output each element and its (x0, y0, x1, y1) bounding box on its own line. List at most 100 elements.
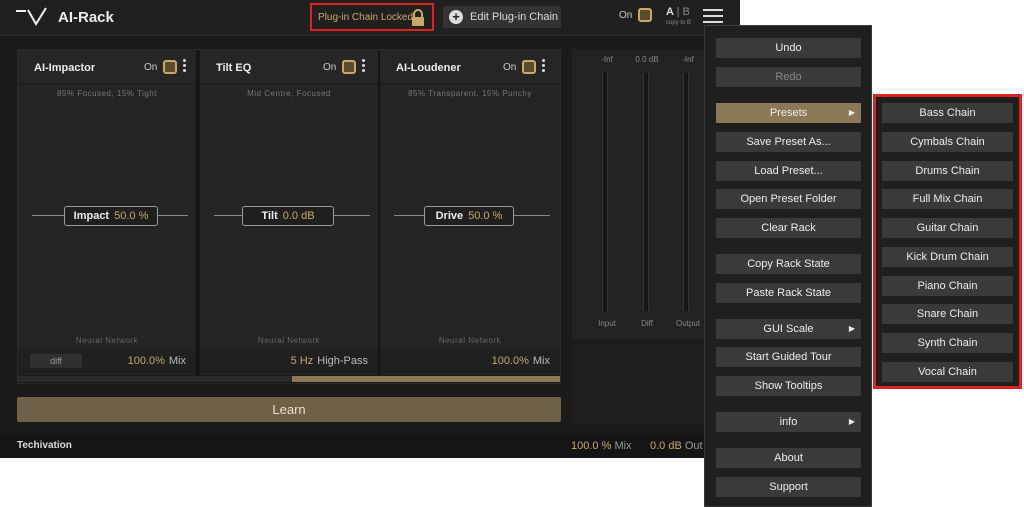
module-name: AI-Impactor (34, 62, 96, 74)
module-on-toggle[interactable] (522, 60, 536, 74)
diff-meter-readout: 0.0 dB (635, 55, 659, 64)
hamburger-menu-icon[interactable] (703, 9, 723, 25)
learn-button[interactable]: Learn (17, 397, 561, 422)
module-name: AI-Loudener (396, 62, 461, 74)
vertical-dots-icon[interactable] (362, 59, 366, 73)
high-pass-control[interactable]: 5 Hz High-Pass (291, 355, 368, 367)
param-value: 50.0 % (468, 210, 503, 222)
menu-item-load-preset[interactable]: Load Preset... (716, 161, 861, 181)
module-header: AI-Impactor On (18, 50, 196, 84)
module-ai-loudener: AI-Loudener On 85% Transparent, 15% Punc… (380, 50, 560, 375)
vertical-dots-icon[interactable] (542, 59, 546, 73)
module-on-label: On (144, 62, 158, 73)
menu-item-info[interactable]: info ▶ (716, 412, 861, 432)
param-name: Drive (435, 210, 464, 222)
menu-item-info-label: info (779, 416, 798, 428)
menu-item-presets[interactable]: Presets ▶ (716, 103, 861, 123)
menu-item-copy-rack-state[interactable]: Copy Rack State (716, 254, 861, 274)
module-subtitle: 85% Focused, 15% Tight (57, 89, 157, 98)
param-value: 0.0 dB (282, 210, 315, 222)
mix-control[interactable]: 100.0% Mix (128, 355, 186, 367)
preset-bass-chain[interactable]: Bass Chain (882, 103, 1013, 123)
global-mix-control[interactable]: 100.0 % Mix (571, 440, 632, 452)
input-meter-bar (602, 73, 608, 311)
module-footer: Neural Network (75, 336, 139, 345)
global-out-label: Out (684, 440, 703, 452)
module-bottom-bar: 5 Hz High-Pass (200, 350, 378, 374)
menu-item-show-tooltips[interactable]: Show Tooltips (716, 376, 861, 396)
module-on-toggle[interactable] (163, 60, 177, 74)
lock-label: Plug-in Chain Locked (318, 11, 414, 23)
param-value: 50.0 % (114, 210, 149, 222)
ab-b-label: B (682, 6, 690, 18)
menu-item-presets-label: Presets (769, 107, 808, 119)
edit-plugin-chain-button[interactable]: + Edit Plug-in Chain (443, 6, 561, 28)
global-out-value: 0.0 dB (650, 440, 682, 452)
menu-item-gui-scale[interactable]: GUI Scale ▶ (716, 319, 861, 339)
copy-to-b-button[interactable]: copy to B (666, 20, 691, 26)
diff-meter-label: Diff (641, 319, 653, 328)
diff-meter-bar (643, 73, 649, 311)
level-meters: -Inf 0.0 dB -Inf Input Diff Output (572, 49, 712, 339)
ab-a-label: A (666, 6, 674, 18)
module-header: AI-Loudener On (380, 50, 560, 84)
preset-piano-chain[interactable]: Piano Chain (882, 276, 1013, 296)
app-title: AI-Rack (58, 9, 114, 26)
tilt-param-control[interactable]: Tilt 0.0 dB (242, 206, 334, 226)
menu-item-undo[interactable]: Undo (716, 38, 861, 58)
impact-param-control[interactable]: Impact 50.0 % (64, 206, 158, 226)
diff-button[interactable]: diff (30, 354, 82, 368)
module-name: Tilt EQ (216, 62, 252, 74)
triangle-right-icon: ▶ (848, 324, 855, 333)
preset-drums-chain[interactable]: Drums Chain (882, 161, 1013, 181)
module-on-label: On (503, 62, 517, 73)
param-name: Impact (73, 210, 110, 222)
meters-lower-panel (572, 345, 712, 423)
menu-item-paste-rack-state[interactable]: Paste Rack State (716, 283, 861, 303)
triangle-right-icon: ▶ (848, 108, 855, 117)
param-name: Tilt (261, 210, 278, 222)
rack-scrollbar-thumb[interactable] (292, 376, 560, 382)
preset-guitar-chain[interactable]: Guitar Chain (882, 218, 1013, 238)
module-header: Tilt EQ On (200, 50, 378, 84)
drive-param-control[interactable]: Drive 50.0 % (424, 206, 514, 226)
triangle-right-icon: ▶ (848, 417, 855, 426)
preset-synth-chain[interactable]: Synth Chain (882, 333, 1013, 353)
module-footer: Neural Network (438, 336, 502, 345)
input-meter-label: Input (598, 319, 616, 328)
edit-plugin-chain-label: Edit Plug-in Chain (470, 11, 559, 23)
mix-unit: Mix (168, 355, 186, 367)
menu-item-about[interactable]: About (716, 448, 861, 468)
preset-kick-drum-chain[interactable]: Kick Drum Chain (882, 247, 1013, 267)
preset-cymbals-chain[interactable]: Cymbals Chain (882, 132, 1013, 152)
module-subtitle: Mid Centre, Focused (247, 89, 331, 98)
output-meter-label: Output (675, 319, 700, 328)
plugin-chain-lock-button[interactable]: Plug-in Chain Locked (310, 3, 434, 31)
menu-item-start-guided-tour[interactable]: Start Guided Tour (716, 347, 861, 367)
vertical-dots-icon[interactable] (183, 59, 187, 73)
lock-icon (412, 9, 424, 26)
preset-snare-chain[interactable]: Snare Chain (882, 304, 1013, 324)
global-mix-value: 100.0 % (571, 440, 612, 452)
rack-scrollbar[interactable] (18, 376, 560, 382)
menu-item-gui-scale-label: GUI Scale (763, 323, 814, 335)
ab-compare-button[interactable]: A | B (666, 6, 690, 18)
mix-control[interactable]: 100.0% Mix (492, 355, 550, 367)
menu-item-redo[interactable]: Redo (716, 67, 861, 87)
input-meter-readout: -Inf (601, 55, 613, 64)
module-footer: Neural Network (257, 336, 321, 345)
plugin-rack: AI-Impactor On 85% Focused, 15% Tight Im… (17, 49, 561, 384)
global-out-control[interactable]: 0.0 dB Out (650, 440, 703, 452)
output-meter-readout: -Inf (682, 55, 694, 64)
menu-item-save-preset-as[interactable]: Save Preset As... (716, 132, 861, 152)
menu-item-support[interactable]: Support (716, 477, 861, 497)
module-bottom-bar: 100.0% Mix (380, 350, 560, 374)
global-on-toggle[interactable] (638, 8, 652, 22)
preset-full-mix-chain[interactable]: Full Mix Chain (882, 189, 1013, 209)
preset-vocal-chain[interactable]: Vocal Chain (882, 362, 1013, 382)
menu-item-clear-rack[interactable]: Clear Rack (716, 218, 861, 238)
presets-submenu: Bass Chain Cymbals Chain Drums Chain Ful… (873, 94, 1022, 389)
module-on-toggle[interactable] (342, 60, 356, 74)
menu-item-open-preset-folder[interactable]: Open Preset Folder (716, 189, 861, 209)
module-on-label: On (323, 62, 337, 73)
